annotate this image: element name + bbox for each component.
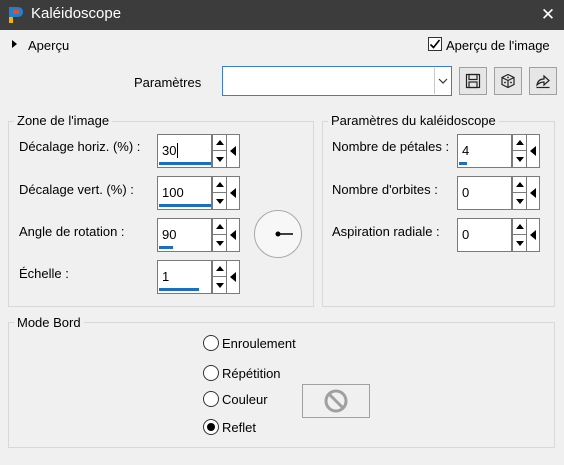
orbit-count-label: Nombre d'orbites : — [332, 182, 438, 197]
radial-suction-input[interactable]: 0 — [457, 218, 512, 252]
decrement-arrow-icon[interactable] — [512, 151, 527, 168]
slider-popup-icon[interactable] — [227, 260, 240, 294]
scale-label: Échelle : — [19, 266, 69, 281]
decrement-arrow-icon[interactable] — [212, 235, 227, 252]
edge-color-radio[interactable] — [203, 391, 219, 407]
value-indicator-bar — [159, 204, 211, 207]
presets-label: Paramètres — [134, 75, 202, 90]
checkmark-icon — [429, 39, 441, 49]
petal-count-input[interactable]: 4 — [457, 134, 512, 168]
increment-arrow-icon[interactable] — [212, 176, 227, 193]
rotation-dial[interactable] — [254, 210, 302, 258]
save-preset-button[interactable] — [459, 67, 487, 95]
close-button[interactable]: ✕ — [537, 4, 559, 26]
slider-popup-icon[interactable] — [527, 134, 540, 168]
slider-popup-icon[interactable] — [527, 218, 540, 252]
window-title: Kaléidoscope — [31, 5, 122, 22]
image-preview-label[interactable]: Aperçu de l'image — [446, 38, 550, 53]
value-indicator-bar — [159, 162, 211, 165]
slider-popup-icon[interactable] — [227, 218, 240, 252]
edge-color-label[interactable]: Couleur — [222, 392, 268, 407]
increment-arrow-icon[interactable] — [212, 218, 227, 235]
value-indicator-bar — [159, 288, 199, 291]
dial-needle-icon — [275, 231, 293, 237]
expand-preview-icon[interactable] — [12, 40, 17, 48]
decrement-arrow-icon[interactable] — [212, 193, 227, 210]
chevron-down-icon — [434, 68, 450, 94]
decrement-arrow-icon[interactable] — [212, 151, 227, 168]
edge-wrap-radio[interactable] — [203, 335, 219, 351]
close-icon: ✕ — [540, 5, 556, 24]
reset-icon — [536, 74, 550, 89]
radial-suction-spinner[interactable]: 0 — [457, 218, 541, 252]
scale-input[interactable]: 1 — [157, 260, 212, 294]
edge-reflect-label[interactable]: Reflet — [222, 420, 256, 435]
slider-popup-icon[interactable] — [227, 176, 240, 210]
edge-wrap-label[interactable]: Enroulement — [222, 336, 296, 351]
edge-repeat-label[interactable]: Répétition — [222, 366, 281, 381]
petal-count-label: Nombre de pétales : — [332, 139, 450, 154]
increment-arrow-icon[interactable] — [512, 176, 527, 193]
no-color-icon — [324, 389, 348, 413]
petal-count-spinner[interactable]: 4 — [457, 134, 541, 168]
edge-mode-title: Mode Bord — [14, 315, 84, 330]
paintshop-logo-icon — [7, 5, 25, 25]
slider-popup-icon[interactable] — [227, 134, 240, 168]
dice-icon — [501, 73, 515, 89]
increment-arrow-icon[interactable] — [212, 260, 227, 277]
rotation-angle-label: Angle de rotation : — [19, 224, 125, 239]
image-area-title: Zone de l'image — [14, 113, 113, 128]
title-bar: Kaléidoscope ✕ — [0, 0, 564, 30]
orbit-count-input[interactable]: 0 — [457, 176, 512, 210]
value-indicator-bar — [459, 162, 467, 165]
horizontal-offset-label: Décalage horiz. (%) : — [19, 139, 141, 154]
vertical-offset-label: Décalage vert. (%) : — [19, 182, 134, 197]
randomize-button[interactable] — [494, 67, 522, 95]
presets-dropdown[interactable] — [222, 66, 452, 96]
slider-popup-icon[interactable] — [527, 176, 540, 210]
increment-arrow-icon[interactable] — [512, 134, 527, 151]
preview-toggle-label[interactable]: Aperçu — [28, 38, 69, 53]
image-preview-checkbox[interactable] — [428, 37, 442, 51]
edge-reflect-radio[interactable] — [203, 419, 219, 435]
reset-button[interactable] — [529, 67, 557, 95]
radial-suction-label: Aspiration radiale : — [332, 224, 440, 239]
save-icon — [465, 73, 481, 89]
vertical-offset-spinner[interactable]: 100 — [157, 176, 241, 210]
scale-spinner[interactable]: 1 — [157, 260, 241, 294]
increment-arrow-icon[interactable] — [212, 134, 227, 151]
decrement-arrow-icon[interactable] — [512, 235, 527, 252]
kaleidoscope-settings-title: Paramètres du kaléidoscope — [328, 113, 499, 128]
value-indicator-bar — [159, 246, 173, 249]
edge-color-swatch[interactable] — [302, 384, 370, 418]
horizontal-offset-spinner[interactable]: 30 — [157, 134, 241, 168]
decrement-arrow-icon[interactable] — [512, 193, 527, 210]
horizontal-offset-input[interactable]: 30 — [157, 134, 212, 168]
edge-repeat-radio[interactable] — [203, 365, 219, 381]
vertical-offset-input[interactable]: 100 — [157, 176, 212, 210]
increment-arrow-icon[interactable] — [512, 218, 527, 235]
decrement-arrow-icon[interactable] — [212, 277, 227, 294]
orbit-count-spinner[interactable]: 0 — [457, 176, 541, 210]
rotation-angle-input[interactable]: 90 — [157, 218, 212, 252]
rotation-angle-spinner[interactable]: 90 — [157, 218, 241, 252]
